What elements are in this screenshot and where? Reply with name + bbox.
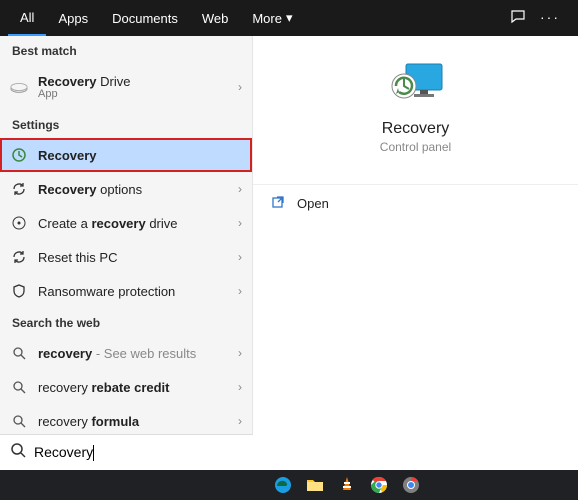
recovery-icon (10, 146, 28, 164)
search-icon (10, 378, 28, 396)
result-recovery[interactable]: Recovery (0, 138, 252, 172)
result-ransomware-protection[interactable]: Ransomware protection › (0, 274, 252, 308)
tab-all[interactable]: All (8, 0, 46, 36)
chevron-right-icon: › (238, 346, 242, 360)
tab-web[interactable]: Web (190, 0, 241, 36)
taskbar-chrome-canary-icon[interactable] (398, 474, 424, 496)
result-reset-this-pc[interactable]: Reset this PC › (0, 240, 252, 274)
search-icon (10, 412, 28, 430)
search-tabs: All Apps Documents Web More ▾ ··· (0, 0, 578, 36)
search-input[interactable]: Recovery (34, 444, 94, 461)
result-label: Create a recovery drive (38, 216, 238, 231)
search-body: Best match Recovery Drive App › Settings… (0, 36, 578, 470)
preview-open-label: Open (297, 196, 329, 211)
result-web-recovery[interactable]: recovery - See web results › (0, 336, 252, 370)
more-options-icon[interactable]: ··· (540, 9, 560, 28)
result-label: Reset this PC (38, 250, 238, 265)
chevron-right-icon: › (238, 380, 242, 394)
result-label: Recovery Drive App (38, 74, 238, 101)
section-settings: Settings (0, 110, 252, 138)
tab-documents[interactable]: Documents (100, 0, 190, 36)
result-label: Recovery (38, 148, 242, 163)
result-recovery-options[interactable]: Recovery options › (0, 172, 252, 206)
tab-more-label: More (252, 11, 282, 26)
chevron-down-icon: ▾ (286, 10, 293, 26)
recovery-preview-icon (384, 60, 448, 108)
taskbar (0, 470, 578, 500)
result-recovery-drive[interactable]: Recovery Drive App › (0, 64, 252, 110)
settings-sync-icon (10, 248, 28, 266)
result-web-formula[interactable]: recovery formula › (0, 404, 252, 438)
taskbar-vlc-icon[interactable] (334, 474, 360, 496)
disc-icon (10, 214, 28, 232)
result-create-recovery-drive[interactable]: Create a recovery drive › (0, 206, 252, 240)
tab-apps[interactable]: Apps (46, 0, 100, 36)
search-bar[interactable]: Recovery (0, 434, 253, 470)
chevron-right-icon: › (238, 284, 242, 298)
taskbar-chrome-icon[interactable] (366, 474, 392, 496)
result-label: recovery formula (38, 414, 238, 429)
result-label: Ransomware protection (38, 284, 238, 299)
chevron-right-icon: › (238, 216, 242, 230)
taskbar-explorer-icon[interactable] (302, 474, 328, 496)
section-search-web: Search the web (0, 308, 252, 336)
results-list: Best match Recovery Drive App › Settings… (0, 36, 253, 470)
preview-actions: Open (253, 184, 578, 222)
chevron-right-icon: › (238, 250, 242, 264)
chevron-right-icon: › (238, 414, 242, 428)
feedback-icon[interactable] (510, 9, 526, 28)
result-label: recovery rebate credit (38, 380, 238, 395)
tab-more[interactable]: More ▾ (240, 0, 304, 36)
result-label: Recovery options (38, 182, 238, 197)
preview-pane: Recovery Control panel Open (253, 36, 578, 470)
search-icon (10, 442, 34, 463)
settings-sync-icon (10, 180, 28, 198)
chevron-right-icon: › (238, 182, 242, 196)
open-icon (271, 195, 285, 212)
chevron-right-icon: › (238, 80, 242, 94)
preview-subtitle: Control panel (380, 140, 451, 154)
result-web-rebate-credit[interactable]: recovery rebate credit › (0, 370, 252, 404)
result-label: recovery - See web results (38, 346, 238, 361)
shield-icon (10, 282, 28, 300)
search-icon (10, 344, 28, 362)
section-best-match: Best match (0, 36, 252, 64)
drive-icon (10, 78, 28, 96)
preview-title: Recovery (382, 120, 450, 138)
taskbar-edge-icon[interactable] (270, 474, 296, 496)
preview-open-action[interactable]: Open (253, 185, 578, 222)
